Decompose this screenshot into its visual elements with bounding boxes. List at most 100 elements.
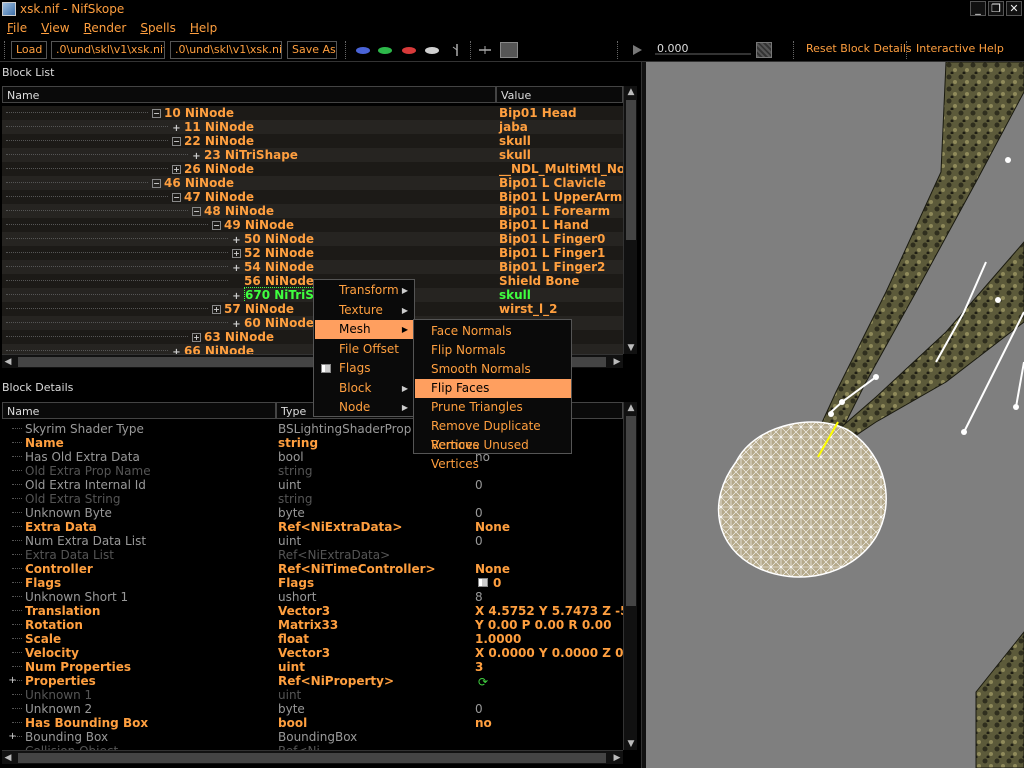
move-icon[interactable] xyxy=(478,43,492,57)
detail-value[interactable]: None xyxy=(475,562,510,576)
save-path-input[interactable]: .0\und\skl\v1\xsk.nif xyxy=(170,41,282,59)
block-list-row[interactable]: +54 NiNode Bip01 L Finger2 xyxy=(2,260,623,274)
mesh-submenu-item[interactable]: Remove Unused Vertices xyxy=(415,436,571,471)
detail-row[interactable]: + Properties Ref<NiProperty> ⟳ xyxy=(2,674,623,689)
detail-value[interactable]: Y 0.00 P 0.00 R 0.00 xyxy=(475,618,611,632)
details-vscroll[interactable]: ▲ ▼ xyxy=(623,402,637,750)
detail-row[interactable]: Unknown 1 uint xyxy=(2,688,623,702)
scroll-up-arrow-icon[interactable]: ▲ xyxy=(625,86,637,98)
detail-row[interactable]: Old Extra Prop Name string xyxy=(2,464,623,478)
detail-value[interactable]: 0 xyxy=(475,478,483,492)
block-list-value-header[interactable]: Value xyxy=(496,86,623,103)
detail-value[interactable]: 0 xyxy=(475,506,483,520)
eye-green-icon[interactable] xyxy=(378,47,392,54)
scroll-left-arrow-icon[interactable]: ◀ xyxy=(2,752,14,764)
block-list-row[interactable]: −10 NiNode Bip01 Head xyxy=(2,106,623,120)
detail-row[interactable]: Controller Ref<NiTimeController> None xyxy=(2,562,623,576)
expand-icon[interactable]: + xyxy=(8,730,17,744)
detail-value[interactable]: X 0.0000 Y 0.0000 Z 0.0 xyxy=(475,646,636,660)
detail-row[interactable]: Num Extra Data List uint 0 xyxy=(2,534,623,548)
play-icon[interactable] xyxy=(630,43,644,57)
menu-file[interactable]: File xyxy=(0,21,34,35)
block-list-row[interactable]: −22 NiNode skull xyxy=(2,134,623,148)
detail-row[interactable]: Velocity Vector3 X 0.0000 Y 0.0000 Z 0.0 xyxy=(2,646,636,660)
detail-value[interactable]: no xyxy=(475,716,492,730)
detail-row[interactable]: Extra Data List Ref<NiExtraData> xyxy=(2,548,623,562)
detail-value[interactable]: 0 xyxy=(475,702,483,716)
expand-icon[interactable]: + xyxy=(8,674,17,688)
collapse-icon[interactable]: − xyxy=(212,221,221,230)
detail-row[interactable]: + Bounding Box BoundingBox xyxy=(2,730,623,744)
block-list-row[interactable]: −46 NiNode Bip01 L Clavicle xyxy=(2,176,623,190)
detail-row[interactable]: Old Extra String string xyxy=(2,492,623,506)
scroll-thumb[interactable] xyxy=(626,416,636,606)
context-menu-item[interactable]: Block ▶ xyxy=(315,379,414,398)
expand-icon[interactable]: + xyxy=(232,249,241,258)
detail-value[interactable]: 0 xyxy=(475,534,483,548)
loop-icon[interactable] xyxy=(756,42,772,58)
context-menu-item[interactable]: Transform ▶ xyxy=(315,281,414,300)
detail-value[interactable]: 1.0000 xyxy=(475,632,521,646)
detail-row[interactable]: Old Extra Internal Id uint 0 xyxy=(2,478,623,492)
interactive-help-button[interactable]: Interactive Help xyxy=(916,42,1004,55)
minimize-button[interactable]: _ xyxy=(970,1,986,16)
block-list-row[interactable]: +23 NiTriShape skull xyxy=(2,148,623,162)
load-button[interactable]: Load xyxy=(11,41,47,59)
eye-red-icon[interactable] xyxy=(402,47,416,54)
menu-view[interactable]: View xyxy=(34,21,76,35)
eye-blue-icon[interactable] xyxy=(356,47,370,54)
block-details-tree[interactable]: Name Type Skyrim Shader Type BSLightingSh… xyxy=(0,402,641,768)
expand-icon[interactable]: + xyxy=(172,165,181,174)
block-list-row[interactable]: −47 NiNode Bip01 L UpperArm xyxy=(2,190,623,204)
block-list-row[interactable]: −48 NiNode Bip01 L Forearm xyxy=(2,204,623,218)
context-menu-item[interactable]: Texture ▶ xyxy=(315,301,414,320)
mesh-submenu-item[interactable]: Remove Duplicate Vertices xyxy=(415,417,571,452)
save-as-button[interactable]: Save As xyxy=(287,41,337,59)
collapse-icon[interactable]: − xyxy=(152,109,161,118)
detail-row[interactable]: Translation Vector3 X 4.5752 Y 5.7473 Z -5… xyxy=(2,604,633,618)
details-name-header[interactable]: Name xyxy=(2,402,276,419)
mesh-submenu-item[interactable]: Face Normals xyxy=(415,322,571,341)
block-list-row[interactable]: +52 NiNode Bip01 L Finger1 xyxy=(2,246,623,260)
scroll-right-arrow-icon[interactable]: ▶ xyxy=(611,752,623,764)
scroll-down-arrow-icon[interactable]: ▼ xyxy=(625,342,637,354)
context-menu-item[interactable]: Node ▶ xyxy=(315,398,414,417)
scroll-left-arrow-icon[interactable]: ◀ xyxy=(2,356,14,368)
detail-row[interactable]: Num Properties uint 3 xyxy=(2,660,623,674)
block-list-row[interactable]: +50 NiNode Bip01 L Finger0 xyxy=(2,232,623,246)
restore-button[interactable]: ❐ xyxy=(988,1,1004,16)
expand-icon[interactable]: + xyxy=(192,333,201,342)
menu-spells[interactable]: Spells xyxy=(133,21,183,35)
context-menu-item[interactable]: File Offset xyxy=(315,340,414,359)
menu-help[interactable]: Help xyxy=(183,21,224,35)
collapse-icon[interactable]: − xyxy=(172,193,181,202)
mesh-submenu-item[interactable]: Flip Faces xyxy=(415,379,571,398)
block-list-row[interactable]: +26 NiNode __NDL_MultiMtl_No xyxy=(2,162,625,176)
details-hscroll[interactable]: ◀ ▶ xyxy=(2,750,623,764)
scroll-thumb[interactable] xyxy=(626,100,636,240)
detail-row[interactable]: Rotation Matrix33 Y 0.00 P 0.00 R 0.00 xyxy=(2,618,623,632)
detail-row[interactable]: Unknown 2 byte 0 xyxy=(2,702,623,716)
detail-row[interactable]: Scale float 1.0000 xyxy=(2,632,623,646)
skeleton-icon[interactable] xyxy=(450,43,464,57)
detail-value[interactable]: 3 xyxy=(475,660,483,674)
scroll-up-arrow-icon[interactable]: ▲ xyxy=(625,402,637,414)
menu-render[interactable]: Render xyxy=(77,21,134,35)
refresh-icon[interactable]: ⟳ xyxy=(478,675,488,689)
collapse-icon[interactable]: − xyxy=(192,207,201,216)
reset-block-details-button[interactable]: Reset Block Details xyxy=(806,42,912,55)
scroll-right-arrow-icon[interactable]: ▶ xyxy=(611,356,623,368)
render-viewport[interactable] xyxy=(646,62,1024,768)
block-list-vscroll[interactable]: ▲ ▼ xyxy=(623,86,637,354)
expand-icon[interactable]: + xyxy=(212,305,221,314)
detail-row[interactable]: Unknown Short 1 ushort 8 xyxy=(2,590,623,604)
detail-value[interactable]: None xyxy=(475,520,510,534)
load-path-input[interactable]: .0\und\skl\v1\xsk.nif xyxy=(51,41,165,59)
collapse-icon[interactable]: − xyxy=(152,179,161,188)
detail-value[interactable]: X 4.5752 Y 5.7473 Z -5. xyxy=(475,604,633,618)
animation-slider[interactable] xyxy=(655,53,751,55)
scroll-down-arrow-icon[interactable]: ▼ xyxy=(625,738,637,750)
context-menu-item[interactable]: Mesh ▶ xyxy=(315,320,414,339)
mesh-submenu-item[interactable]: Smooth Normals xyxy=(415,360,571,379)
mesh-submenu-item[interactable]: Flip Normals xyxy=(415,341,571,360)
